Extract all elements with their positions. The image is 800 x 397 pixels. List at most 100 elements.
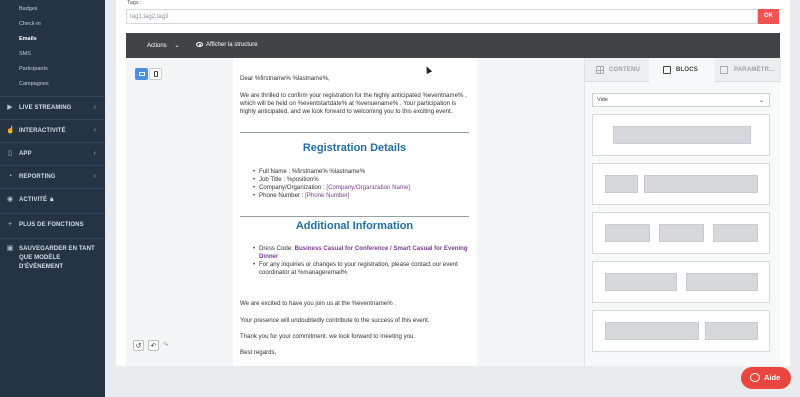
- phone-icon: ▯: [8, 150, 12, 157]
- undo-icon: ↶: [150, 343, 157, 350]
- sidebar-section-label-text: ACTIVITÉ: [19, 197, 48, 203]
- sidebar-section-label: INTERACTIVITÉ: [19, 128, 66, 134]
- email-preview[interactable]: Dear %firstname% %lastname%, We are thri…: [233, 58, 477, 366]
- save-icon: ▣: [6, 245, 14, 252]
- editor-toolbar: Actions ⌄ Afficher la structure: [126, 33, 780, 58]
- list-item: Company/Organization : [Company/Organiza…: [253, 184, 473, 192]
- redo-button[interactable]: ↷: [160, 340, 171, 351]
- tab-parametres[interactable]: PARAMÈTR...: [715, 58, 781, 82]
- divider: [240, 132, 469, 133]
- chat-bubble-icon: [750, 373, 760, 382]
- help-label: Aide: [764, 373, 781, 382]
- email-excited: We are excited to have you join us at th…: [240, 300, 397, 307]
- column-placeholder: [713, 224, 758, 242]
- settings-icon: [720, 66, 728, 74]
- dress-code-label: Dress Code:: [259, 245, 295, 252]
- chevron-left-icon: ‹: [93, 104, 96, 111]
- eye-icon: ◉: [6, 196, 14, 203]
- email-thanks: Thank you for your commitment. we look f…: [240, 333, 416, 340]
- history-icon: ↺: [135, 343, 142, 350]
- email-greeting: Dear %firstname% %lastname%,: [240, 75, 330, 82]
- chart-icon: ◔: [7, 173, 13, 180]
- redo-icon: ↷: [162, 342, 169, 349]
- actions-label: Actions: [147, 43, 167, 49]
- chevron-down-icon: ⌄: [758, 98, 764, 104]
- sidebar-section-activite[interactable]: ◉ ACTIVITÉ 🔒︎: [0, 188, 105, 210]
- sidebar: Badges Check-in Emails SMS Participants …: [0, 0, 105, 397]
- sidebar-section-interactivite[interactable]: ☝ INTERACTIVITÉ ‹: [0, 119, 105, 141]
- list-item: Dress Code: Business Casual for Conferen…: [253, 245, 473, 261]
- sidebar-section-app[interactable]: ▯ APP ‹: [0, 142, 105, 164]
- sidebar-item-campagnes[interactable]: Campagnes: [19, 81, 49, 87]
- additional-info-heading: Additional Information: [295, 220, 414, 232]
- list-item: For any inquiries or changes to your reg…: [253, 261, 473, 277]
- email-intro: We are thrilled to confirm your registra…: [240, 92, 467, 115]
- block-one-column[interactable]: [592, 114, 770, 156]
- save-as-template-button[interactable]: ▣ SAUVEGARDER EN TANT QUE MODÈLE D'ÉVÉNE…: [0, 238, 105, 270]
- chevron-left-icon: ‹: [93, 173, 96, 180]
- sidebar-item-checkin[interactable]: Check-in: [19, 21, 41, 27]
- column-placeholder: [686, 273, 758, 291]
- column-placeholder: [605, 273, 677, 291]
- sidebar-item-sms[interactable]: SMS: [19, 51, 31, 57]
- tab-contenu[interactable]: CONTENU: [585, 58, 649, 82]
- tab-blocs[interactable]: BLOCS: [649, 58, 715, 82]
- save-as-template-label: SAUVEGARDER EN TANT QUE MODÈLE D'ÉVÉNEME…: [19, 246, 95, 270]
- lock-icon: 🔒︎: [50, 197, 54, 203]
- block-one-third-two-thirds[interactable]: [592, 163, 770, 205]
- sidebar-item-emails[interactable]: Emails: [19, 36, 37, 42]
- plus-icon: +: [7, 221, 13, 228]
- column-placeholder: [644, 175, 758, 193]
- tags-input[interactable]: tag1,tag2,tag3: [126, 9, 758, 24]
- chevron-left-icon: ‹: [93, 150, 96, 157]
- sidebar-item-participants[interactable]: Participants: [19, 66, 48, 72]
- sidebar-section-label: APP: [19, 151, 32, 157]
- column-placeholder: [613, 126, 751, 144]
- registration-list: Full Name : %firstname% %lastname% Job T…: [253, 168, 473, 200]
- sidebar-section-label: ACTIVITÉ 🔒︎: [19, 197, 53, 204]
- chevron-down-icon: ⌄: [174, 43, 180, 49]
- undo-button[interactable]: ↶: [148, 340, 159, 351]
- show-structure-button[interactable]: Afficher la structure: [196, 42, 258, 48]
- interactivity-icon: ☝: [6, 127, 15, 134]
- mobile-icon: [154, 71, 158, 77]
- tags-label: Tags :: [127, 0, 142, 6]
- sidebar-section-label: LIVE STREAMING: [19, 105, 72, 111]
- help-button[interactable]: Aide: [741, 367, 791, 389]
- select-value: Vide: [597, 97, 608, 103]
- sidebar-section-label: PLUS DE FONCTIONS: [19, 222, 84, 228]
- registration-heading: Registration Details: [302, 142, 407, 154]
- column-placeholder: [605, 224, 650, 242]
- additional-info-list: Dress Code: Business Casual for Conferen…: [253, 245, 473, 277]
- company-value: [Company/Organization Name]: [326, 184, 411, 191]
- list-item: Phone Number : [Phone Number]: [253, 192, 473, 200]
- grid-icon: [596, 66, 604, 74]
- desktop-view-button[interactable]: [135, 68, 148, 80]
- email-regards: Best regards,: [240, 349, 277, 356]
- eye-icon: [196, 42, 203, 47]
- show-structure-label: Afficher la structure: [206, 42, 258, 48]
- sidebar-section-plus-de-fonctions[interactable]: + PLUS DE FONCTIONS: [0, 213, 105, 235]
- divider: [240, 216, 469, 217]
- sidebar-section-live-streaming[interactable]: ▶ LIVE STREAMING ‹: [0, 96, 105, 118]
- blocks-icon: [663, 66, 671, 74]
- column-placeholder: [605, 175, 638, 193]
- block-three-columns[interactable]: [592, 212, 770, 254]
- list-item: Job Title : %position%: [253, 176, 473, 184]
- history-button[interactable]: ↺: [133, 340, 144, 351]
- column-placeholder: [705, 322, 758, 340]
- ok-button[interactable]: OK: [758, 9, 779, 24]
- block-type-select[interactable]: Vide ⌄: [592, 93, 770, 107]
- block-two-thirds-one-third[interactable]: [592, 310, 770, 352]
- actions-dropdown[interactable]: Actions ⌄: [147, 42, 179, 49]
- tab-label: BLOCS: [676, 67, 698, 73]
- phone-label: Phone Number :: [259, 192, 306, 199]
- column-placeholder: [659, 224, 704, 242]
- sidebar-item-badges[interactable]: Badges: [19, 6, 38, 12]
- block-two-columns[interactable]: [592, 261, 770, 303]
- sidebar-section-reporting[interactable]: ◔ REPORTING ‹: [0, 165, 105, 187]
- mobile-view-button[interactable]: [149, 68, 162, 80]
- column-placeholder: [605, 322, 699, 340]
- phone-value: [Phone Number]: [305, 192, 350, 199]
- email-presence: Your presence will undoubtedly contribut…: [240, 317, 430, 324]
